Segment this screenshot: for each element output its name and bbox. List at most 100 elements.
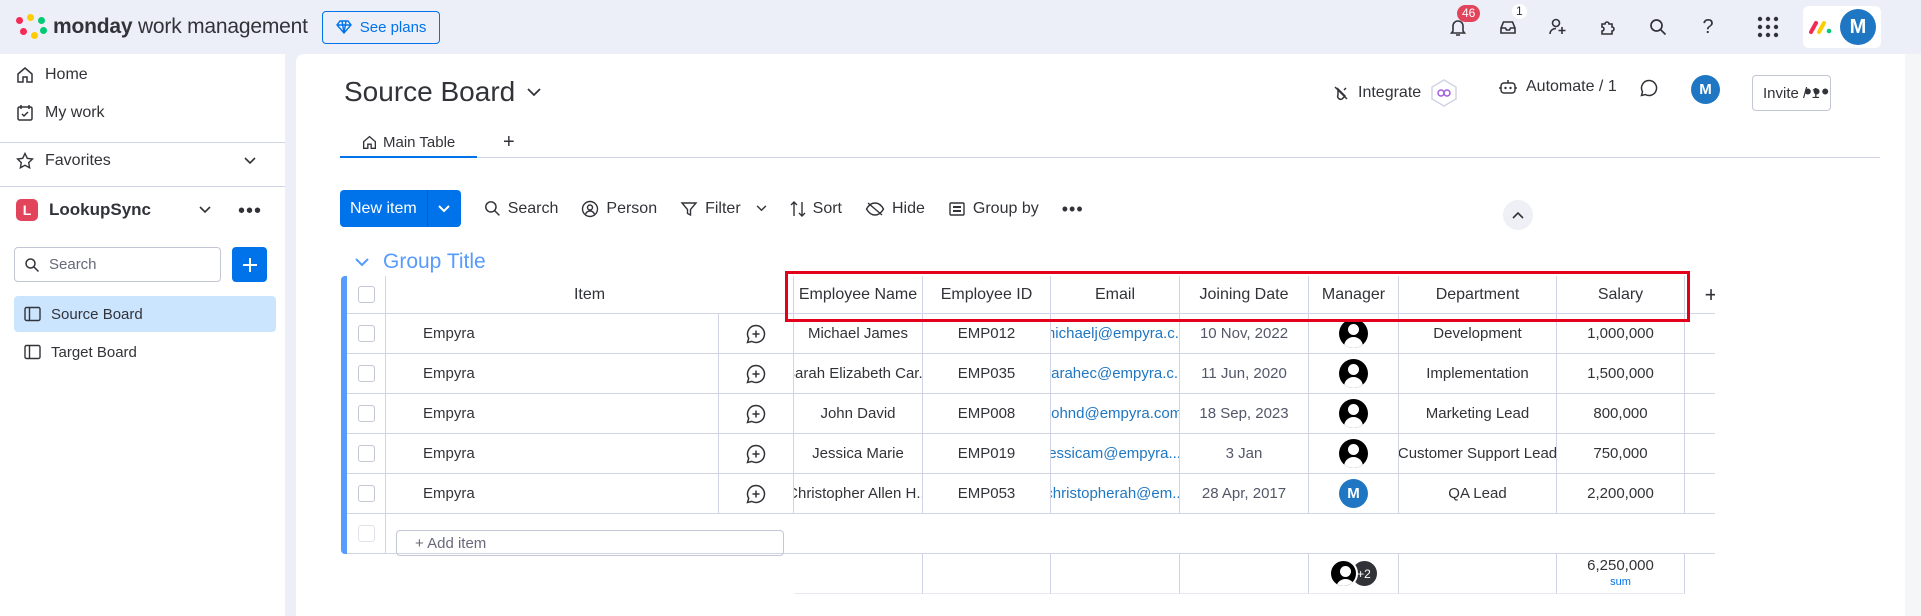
cell-item[interactable]: Empyra (386, 314, 719, 354)
manager-avatar[interactable]: M (1339, 479, 1368, 508)
cell-extra[interactable] (1685, 394, 1715, 434)
chevron-down-icon (527, 87, 541, 96)
board-owner-avatar[interactable]: M (1691, 75, 1720, 104)
cell-chat[interactable] (719, 474, 794, 514)
cell-chat[interactable] (719, 434, 794, 474)
email-link[interactable]: jessicam@empyra.... (1051, 445, 1179, 462)
cell-chat[interactable] (719, 394, 794, 434)
add-item-button[interactable] (232, 247, 267, 282)
sidebar-board-source[interactable]: Source Board (14, 296, 276, 332)
select-all-checkbox[interactable] (357, 286, 375, 303)
person-avatar-icon[interactable] (1339, 359, 1368, 388)
user-avatar[interactable]: M (1840, 9, 1876, 45)
toolbar-more-button[interactable]: ••• (1062, 200, 1084, 218)
board-more-button[interactable]: ••• (1804, 81, 1830, 103)
cell-manager[interactable]: M (1309, 474, 1399, 514)
apps-marketplace-button[interactable] (1593, 12, 1623, 42)
help-button[interactable]: ? (1693, 12, 1723, 42)
cell-extra[interactable] (1685, 354, 1715, 394)
cell-email[interactable]: johnd@empyra.com (1051, 394, 1180, 434)
email-link[interactable]: michaelj@empyra.c... (1051, 325, 1179, 342)
invite-members-button[interactable] (1543, 12, 1573, 42)
email-link[interactable]: christopherah@em... (1051, 485, 1179, 502)
cell-item[interactable]: Empyra (386, 354, 719, 394)
group-by-button[interactable]: Group by (948, 200, 1039, 218)
row-checkbox[interactable] (357, 445, 375, 462)
cell-manager[interactable] (1309, 434, 1399, 474)
see-plans-button[interactable]: See plans (321, 10, 441, 44)
cell-item[interactable]: Empyra (386, 394, 719, 434)
cell-email[interactable]: sarahec@empyra.c... (1051, 354, 1180, 394)
email-link[interactable]: johnd@empyra.com (1051, 405, 1179, 422)
sidebar-item-home[interactable]: Home (16, 66, 88, 84)
hide-button[interactable]: Hide (865, 200, 925, 218)
add-item-input[interactable]: + Add item (396, 530, 784, 556)
add-column-icon[interactable]: + (1705, 282, 1715, 308)
column-header-cb[interactable] (347, 276, 386, 314)
person-filter-button[interactable]: Person (581, 200, 657, 218)
search-everything-button[interactable] (1643, 12, 1673, 42)
monday-logo[interactable]: monday work management (16, 14, 308, 40)
row-checkbox[interactable] (357, 405, 375, 422)
email-link[interactable]: sarahec@empyra.c... (1051, 365, 1179, 382)
cell-cb[interactable] (347, 434, 386, 474)
cell-chat[interactable] (719, 354, 794, 394)
group-header[interactable]: Group Title (355, 250, 486, 274)
add-update-icon[interactable] (745, 363, 767, 385)
cell-item[interactable]: Empyra (386, 474, 719, 514)
sidebar-board-target[interactable]: Target Board (14, 334, 276, 370)
person-avatar-icon[interactable] (1339, 439, 1368, 468)
integration-icon (1334, 86, 1348, 101)
cell-chat[interactable] (719, 314, 794, 354)
cell-manager[interactable] (1309, 354, 1399, 394)
notifications-button[interactable]: 46 (1443, 5, 1481, 42)
board-title[interactable]: Source Board (344, 76, 541, 108)
add-update-icon[interactable] (745, 403, 767, 425)
row-checkbox[interactable] (357, 485, 375, 502)
cell-extra[interactable] (1685, 474, 1715, 514)
sort-icon (790, 200, 806, 217)
inbox-button[interactable]: 1 (1493, 4, 1527, 42)
sort-button[interactable]: Sort (790, 200, 842, 218)
person-avatar-icon[interactable] (1339, 399, 1368, 428)
cell-email[interactable]: jessicam@empyra.... (1051, 434, 1180, 474)
cell-id: EMP008 (923, 394, 1051, 434)
cell-cb[interactable] (347, 354, 386, 394)
cell-item[interactable]: Empyra (386, 434, 719, 474)
search-button[interactable]: Search (484, 200, 558, 218)
sidebar-item-my-work[interactable]: My work (16, 104, 105, 122)
new-item-dropdown[interactable] (426, 190, 461, 227)
row-checkbox[interactable] (357, 365, 375, 382)
app-switcher-button[interactable] (1753, 12, 1783, 42)
cell-manager[interactable] (1309, 394, 1399, 434)
filter-button[interactable]: Filter (680, 200, 767, 218)
workspace-more-button[interactable]: ••• (238, 201, 262, 221)
sidebar-item-favorites[interactable]: Favorites (16, 152, 266, 170)
new-item-button[interactable]: New item (340, 190, 461, 227)
collapse-header-button[interactable] (1503, 200, 1533, 230)
cell-cb[interactable] (347, 394, 386, 434)
board-toolbar: New item Search Person Filter Sort Hide (340, 190, 1084, 227)
cell-extra[interactable] (1685, 434, 1715, 474)
cell-email[interactable]: christopherah@em... (1051, 474, 1180, 514)
updates-button[interactable] (1639, 78, 1659, 98)
automate-button[interactable]: Automate / 1 (1498, 78, 1617, 96)
account-switch[interactable]: M (1803, 6, 1881, 48)
tab-main-table[interactable]: Main Table (340, 128, 478, 158)
integrate-button[interactable]: Integrate (1332, 78, 1459, 108)
add-update-icon[interactable] (745, 483, 767, 505)
person-avatar-icon[interactable] (1339, 319, 1368, 348)
workspace-selector[interactable]: L LookupSync (16, 199, 266, 221)
add-update-icon[interactable] (745, 443, 767, 465)
sidebar-search-input[interactable]: Search (14, 247, 221, 282)
chevron-up-icon (1512, 211, 1524, 219)
summary-manager[interactable]: +2 (1309, 554, 1399, 594)
monday-mini-logo-icon (1809, 21, 1832, 34)
cell-cb[interactable] (347, 474, 386, 514)
add-update-icon[interactable] (745, 323, 767, 345)
row-checkbox[interactable] (357, 325, 375, 342)
cell-cb[interactable] (347, 314, 386, 354)
vertical-scrollbar[interactable] (1905, 54, 1921, 616)
chat-bubble-icon (1640, 79, 1658, 97)
add-view-button[interactable]: + (503, 128, 515, 156)
